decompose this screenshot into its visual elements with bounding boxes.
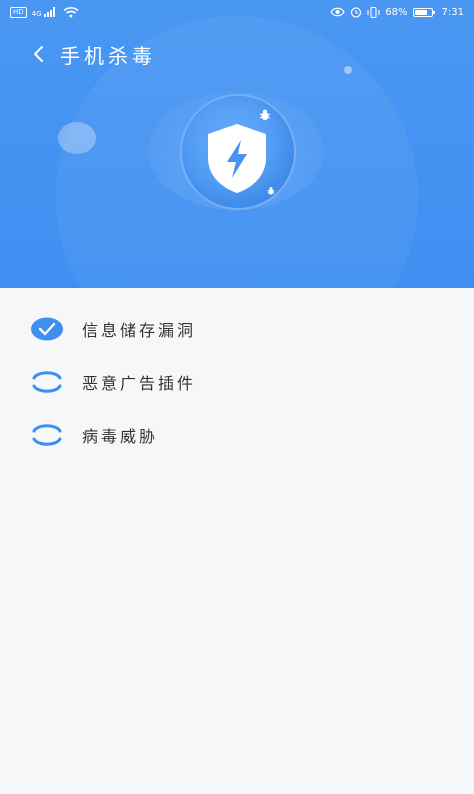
vibrate-icon xyxy=(367,6,380,18)
shield-icon xyxy=(208,124,266,193)
status-left: HD 4G xyxy=(10,6,79,18)
battery-icon xyxy=(412,7,435,17)
back-button[interactable] xyxy=(18,36,58,72)
scan-item-label: 病毒威胁 xyxy=(82,427,159,446)
hd-badge: HD xyxy=(10,6,27,18)
scan-item: 恶意广告插件 xyxy=(0,362,474,402)
network-type: 4G xyxy=(31,10,42,18)
loading-spinner-icon xyxy=(32,424,62,446)
battery-percent: 68% xyxy=(385,6,408,18)
scan-item: 信息储存漏洞 xyxy=(0,309,474,349)
eye-icon xyxy=(330,7,345,17)
loading-spinner-icon xyxy=(32,371,62,393)
decor-bubble-large xyxy=(58,122,96,154)
nav-bar: 手机杀毒 xyxy=(0,36,156,72)
signal-icon xyxy=(43,7,55,17)
alarm-icon xyxy=(351,7,362,18)
clock-time: 7:31 xyxy=(441,6,464,18)
hero-banner: HD 4G 68% 7:31 手机杀毒 xyxy=(0,0,474,288)
check-circle-icon xyxy=(31,317,63,341)
chevron-left-icon xyxy=(34,46,43,62)
scan-item-label: 信息储存漏洞 xyxy=(82,321,197,340)
scan-item-label: 恶意广告插件 xyxy=(82,374,197,393)
decor-bubble-small xyxy=(344,66,352,74)
wifi-icon xyxy=(63,6,79,17)
page-title: 手机杀毒 xyxy=(60,43,156,68)
status-bar: HD 4G 68% 7:31 xyxy=(0,0,474,24)
bug-icon xyxy=(267,187,275,195)
scan-item: 病毒威胁 xyxy=(0,415,474,455)
status-right: 68% 7:31 xyxy=(330,6,464,18)
scan-list: 信息储存漏洞 恶意广告插件 病毒威胁 xyxy=(0,288,474,794)
bug-icon xyxy=(259,109,271,120)
